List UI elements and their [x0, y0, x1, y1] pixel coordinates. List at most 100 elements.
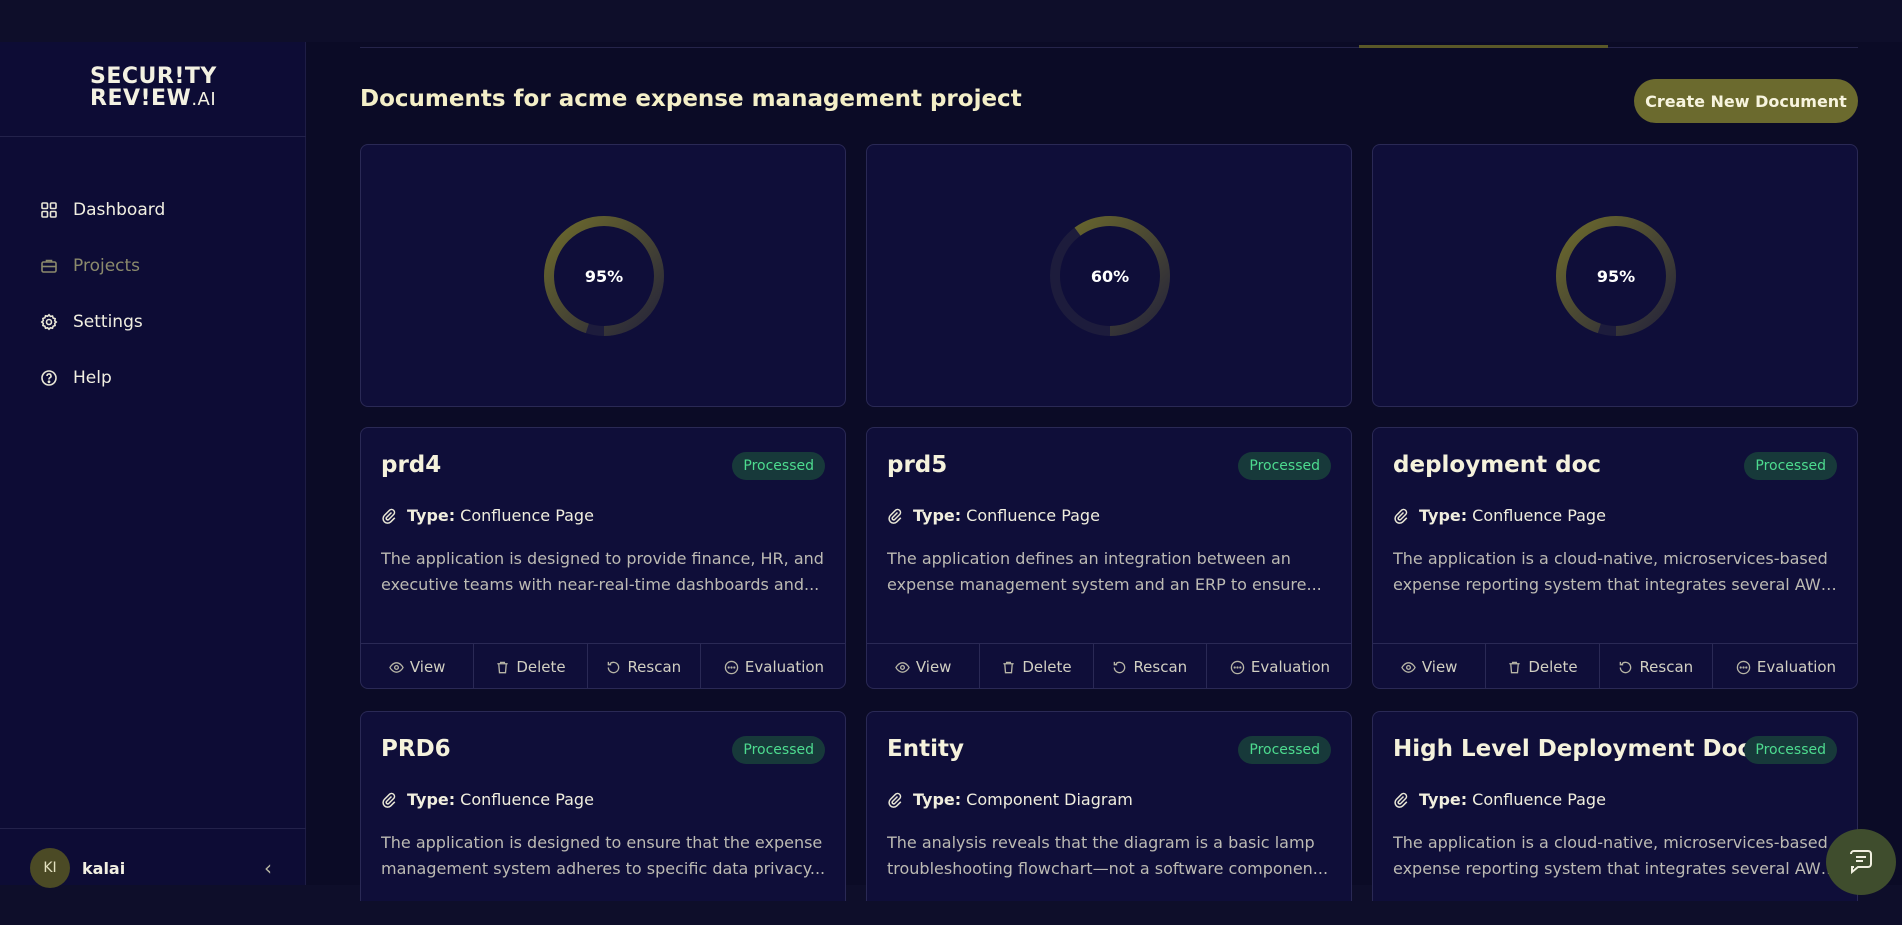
action-label: Rescan — [1133, 658, 1188, 676]
chat-icon — [1850, 850, 1872, 875]
paperclip-icon — [888, 508, 902, 524]
delete-button[interactable]: Delete — [980, 644, 1094, 688]
document-title: High Level Deployment Doc — [1393, 736, 1752, 762]
evaluation-button[interactable]: Evaluation — [1713, 644, 1857, 688]
description-line: troubleshooting flowchart—not a software… — [887, 859, 1329, 878]
logo: SECUR!TY REV!EW.AI — [90, 66, 217, 111]
document-card: Entity Processed Type: Component Diagram … — [866, 711, 1352, 901]
avatar: KI — [30, 848, 70, 888]
sidebar-item-settings[interactable]: Settings — [0, 294, 306, 350]
document-title: prd5 — [887, 452, 948, 478]
sidebar-item-label: Settings — [73, 312, 143, 332]
sidebar-item-projects[interactable]: Projects — [0, 238, 306, 294]
document-type: Type: Confluence Page — [1393, 506, 1606, 525]
view-button[interactable]: View — [361, 644, 475, 688]
score-card: 95% — [1372, 144, 1858, 407]
refresh-icon — [608, 661, 620, 673]
status-badge: Processed — [1744, 452, 1837, 480]
paperclip-icon — [382, 508, 396, 524]
help-circle-icon — [41, 370, 57, 386]
logo-word: REV!EW — [90, 86, 192, 111]
document-card: prd5 Processed Type: Confluence Page The … — [866, 427, 1352, 689]
trash-icon — [1003, 661, 1014, 673]
paperclip-icon — [888, 792, 902, 808]
document-title: PRD6 — [381, 736, 451, 762]
gear-icon — [40, 313, 58, 331]
paperclip-icon — [1394, 792, 1408, 808]
trash-icon — [497, 661, 508, 673]
action-label: Evaluation — [1756, 658, 1837, 676]
document-type: Type: Confluence Page — [887, 506, 1100, 525]
document-description: The application is a cloud-native, micro… — [1393, 546, 1839, 598]
action-label: View — [915, 658, 952, 676]
rescan-button[interactable]: Rescan — [588, 644, 701, 688]
status-badge: Processed — [1238, 452, 1331, 480]
description-line: The analysis reveals that the diagram is… — [887, 833, 1315, 852]
document-card: PRD6 Processed Type: Confluence Page The … — [360, 711, 846, 901]
evaluation-button[interactable]: Evaluation — [1207, 644, 1351, 688]
sidebar-item-help[interactable]: Help — [0, 350, 306, 406]
collapse-sidebar-button[interactable]: ‹ — [264, 856, 280, 880]
score-percent: 95% — [1596, 267, 1636, 286]
score-percent: 60% — [1090, 267, 1130, 286]
refresh-icon — [1620, 661, 1632, 673]
document-actions: View Delete Rescan Evaluation — [361, 643, 845, 688]
type-value: Confluence Page — [966, 506, 1100, 525]
description-line: executive teams with near-real-time dash… — [381, 575, 820, 594]
description-line: The application defines an integration b… — [887, 549, 1291, 568]
rescan-button[interactable]: Rescan — [1094, 644, 1207, 688]
delete-button[interactable]: Delete — [474, 644, 588, 688]
eye-icon — [895, 661, 910, 673]
description-line: The application is designed to provide f… — [381, 549, 824, 568]
rescan-button[interactable]: Rescan — [1600, 644, 1713, 688]
document-actions: View Delete Rescan Evaluation — [867, 643, 1351, 688]
type-value: Confluence Page — [1472, 790, 1606, 809]
document-card: High Level Deployment Doc Processed Type… — [1372, 711, 1858, 901]
document-title: deployment doc — [1393, 452, 1602, 478]
tab-divider — [360, 47, 1858, 48]
document-title: prd4 — [381, 452, 442, 478]
eye-icon — [389, 661, 404, 673]
view-button[interactable]: View — [867, 644, 981, 688]
document-description: The analysis reveals that the diagram is… — [887, 830, 1333, 882]
document-description: The application is designed to provide f… — [381, 546, 827, 598]
document-title: Entity — [887, 736, 964, 762]
type-value: Confluence Page — [460, 790, 594, 809]
user-profile[interactable]: KI kalai — [30, 848, 125, 888]
top-bar — [0, 0, 1902, 42]
description-line: expense reporting system that integrates… — [1393, 859, 1839, 878]
view-button[interactable]: View — [1373, 644, 1487, 688]
description-line: management system adheres to specific da… — [381, 859, 826, 878]
briefcase-icon — [41, 259, 57, 273]
create-document-button[interactable]: Create New Document — [1634, 79, 1858, 123]
action-label: Evaluation — [744, 658, 825, 676]
active-tab-indicator — [1359, 45, 1608, 48]
type-label: Type: — [913, 506, 962, 525]
sidebar: SECUR!TY REV!EW.AI Dashboard Projects Se… — [0, 42, 306, 888]
delete-button[interactable]: Delete — [1486, 644, 1600, 688]
action-label: Evaluation — [1250, 658, 1331, 676]
ellipsis-circle-icon — [1736, 660, 1751, 674]
paperclip-icon — [1394, 508, 1408, 524]
description-line: expense management system and an ERP to … — [887, 575, 1322, 594]
sidebar-item-dashboard[interactable]: Dashboard — [0, 182, 306, 238]
type-label: Type: — [913, 790, 962, 809]
eye-icon — [1401, 661, 1416, 673]
sidebar-nav: Dashboard Projects Settings Help — [0, 182, 306, 406]
action-label: Rescan — [627, 658, 682, 676]
username: kalai — [82, 858, 126, 878]
document-type: Type: Confluence Page — [381, 790, 594, 809]
document-type: Type: Confluence Page — [381, 506, 594, 525]
type-value: Confluence Page — [460, 506, 594, 525]
chat-button[interactable] — [1826, 829, 1896, 895]
sidebar-divider — [0, 136, 306, 137]
action-label: Delete — [516, 658, 566, 676]
document-description: The application defines an integration b… — [887, 546, 1333, 598]
logo-suffix: .AI — [191, 89, 217, 110]
description-line: The application is designed to ensure th… — [381, 833, 823, 852]
evaluation-button[interactable]: Evaluation — [701, 644, 845, 688]
description-line: The application is a cloud-native, micro… — [1393, 549, 1828, 568]
document-card: deployment doc Processed Type: Confluence… — [1372, 427, 1858, 689]
score-percent: 95% — [584, 267, 624, 286]
status-badge: Processed — [1744, 736, 1837, 764]
